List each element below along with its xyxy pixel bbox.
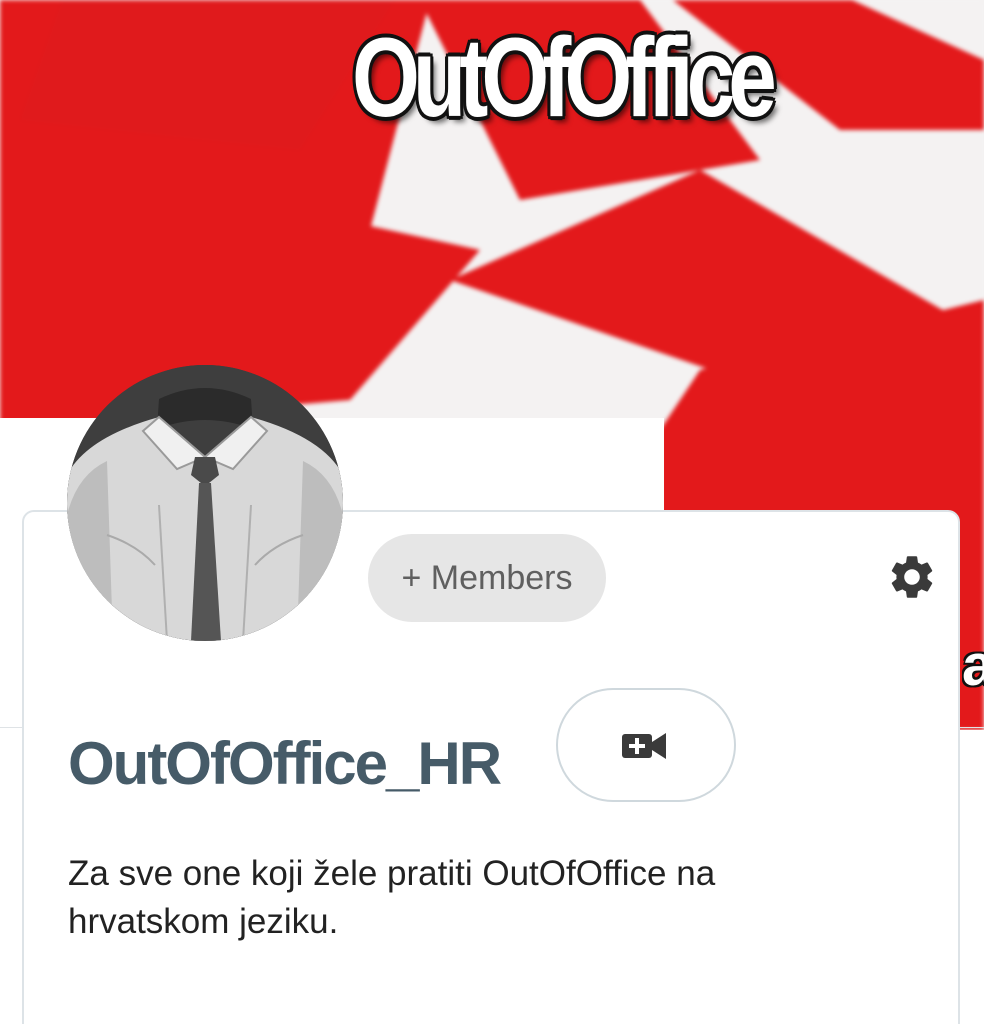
video-call-add-icon: [620, 728, 668, 764]
group-name: OutOfOffice_HR: [68, 730, 502, 797]
gear-icon[interactable]: [886, 551, 938, 603]
group-profile-page: OutOfOffice a + Members OutOfOffice_HR Z…: [0, 0, 984, 1024]
group-description: Za sve one koji žele pratiti OutOfOffice…: [68, 854, 716, 941]
group-avatar[interactable]: [67, 365, 343, 641]
shirt-and-tie-photo: [67, 365, 343, 641]
add-members-button[interactable]: + Members: [368, 534, 606, 622]
cover-title-text: OutOfOffice: [352, 15, 777, 140]
cover-edge-letter: a: [962, 636, 984, 696]
chevron-right-icon[interactable]: [896, 12, 946, 62]
start-video-call-button[interactable]: [556, 688, 736, 802]
